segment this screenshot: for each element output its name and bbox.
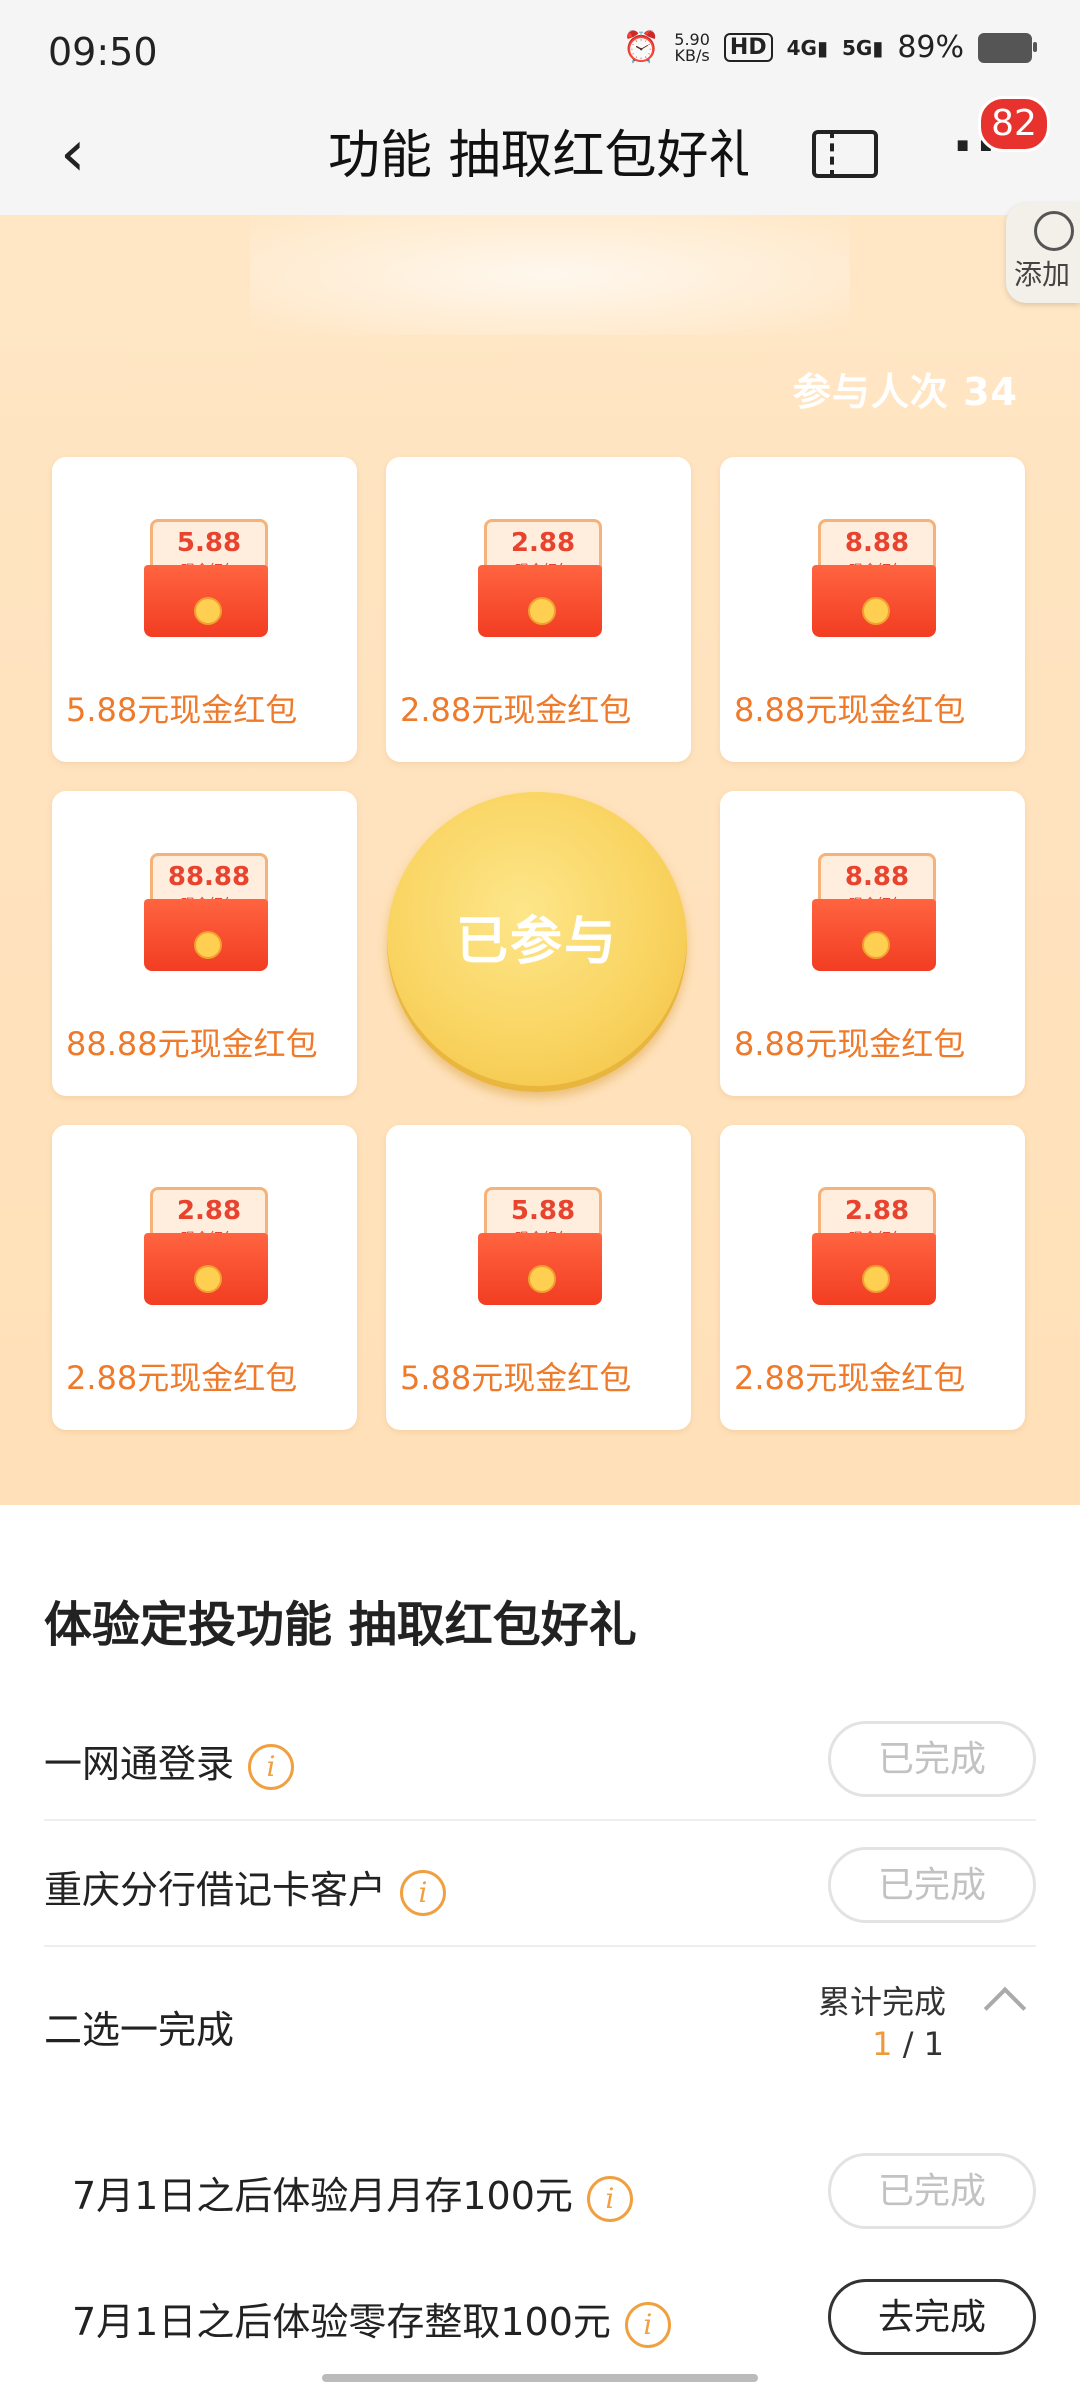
page-title: 功能 抽取红包好礼 [328, 126, 748, 186]
task-subrow: 7月1日之后体验月月存100元 i 已完成 [72, 2125, 1036, 2251]
hero-glow [250, 215, 850, 335]
task-label: 一网通登录 i [44, 1733, 295, 1790]
info-icon[interactable]: i [624, 2301, 671, 2348]
draw-button-label: 已参与 [455, 912, 618, 972]
red-envelope-icon: 5.88现金红包 [478, 1187, 602, 1305]
red-envelope-icon: 8.88现金红包 [812, 853, 936, 971]
home-indicator[interactable] [322, 2374, 758, 2382]
prize-label: 2.88元现金红包 [734, 1359, 966, 1397]
progress-value: 1 / 1 [872, 2025, 944, 2063]
task-group-label: 二选一完成 [44, 2008, 235, 2052]
task-row: 重庆分行借记卡客户 i 已完成 [44, 1819, 1036, 1947]
prize-cell: 5.88现金红包 5.88元现金红包 [386, 1125, 691, 1430]
prize-cell: 5.88现金红包 5.88元现金红包 [52, 457, 357, 762]
red-envelope-icon: 2.88现金红包 [812, 1187, 936, 1305]
hd-icon: HD [723, 33, 773, 62]
prize-label: 2.88元现金红包 [66, 1359, 298, 1397]
participant-count: 参与人次 34 [792, 370, 1018, 414]
prize-cell: 88.88现金红包 88.88元现金红包 [52, 791, 357, 1096]
info-icon[interactable]: i [400, 1869, 447, 1916]
prize-cell: 2.88现金红包 2.88元现金红包 [52, 1125, 357, 1430]
draw-button[interactable]: 已参与 [387, 792, 687, 1092]
task-label: 7月1日之后体验月月存100元 i [72, 2165, 633, 2222]
add-label: 添加 [1014, 258, 1071, 291]
prize-label: 5.88元现金红包 [66, 691, 298, 729]
prize-label: 8.88元现金红包 [734, 691, 966, 729]
red-envelope-icon: 5.88现金红包 [144, 519, 268, 637]
task-group-header[interactable]: 二选一完成 累计完成 1 / 1 [44, 1947, 1036, 2087]
battery-percent: 89% [897, 30, 964, 65]
task-done-button[interactable]: 已完成 [828, 1847, 1036, 1923]
chevron-up-icon[interactable] [983, 1986, 1027, 2030]
battery-icon [978, 32, 1037, 63]
task-subrow: 7月1日之后体验零存整取100元 i 去完成 [72, 2251, 1036, 2377]
task-done-button[interactable]: 已完成 [828, 2153, 1036, 2229]
red-envelope-icon: 88.88现金红包 [144, 853, 268, 971]
task-done-button[interactable]: 已完成 [828, 1721, 1036, 1797]
status-bar: 09:50 ⏰ 5.90 KB/s HD 4G▮ 5G▮ 89% [0, 0, 1080, 100]
red-envelope-icon: 2.88现金红包 [144, 1187, 268, 1305]
task-row: 一网通登录 i 已完成 [44, 1693, 1036, 1821]
red-envelope-icon: 2.88现金红包 [478, 519, 602, 637]
prize-label: 88.88元现金红包 [66, 1025, 318, 1063]
signal-4g-icon: 4G▮ [786, 35, 828, 60]
prize-cell: 8.88现金红包 8.88元现金红包 [720, 457, 1025, 762]
info-icon[interactable]: i [248, 1743, 295, 1790]
notification-badge: 82 [978, 96, 1050, 152]
alarm-icon: ⏰ [622, 30, 661, 65]
go-complete-button[interactable]: 去完成 [828, 2279, 1036, 2355]
task-panel-title: 体验定投功能 抽取红包好礼 [44, 1597, 637, 1653]
task-label: 重庆分行借记卡客户 i [44, 1859, 447, 1916]
status-icons: ⏰ 5.90 KB/s HD 4G▮ 5G▮ 89% [622, 29, 1037, 65]
add-button[interactable]: 添加 [1006, 203, 1080, 303]
signal-5g-icon: 5G▮ [841, 35, 884, 60]
prize-grid: 5.88现金红包 5.88元现金红包 2.88现金红包 2.88元现金红包 8.… [52, 457, 1026, 1431]
status-time: 09:50 [48, 30, 158, 74]
prize-label: 2.88元现金红包 [400, 691, 632, 729]
task-label: 7月1日之后体验零存整取100元 i [72, 2291, 671, 2348]
info-icon[interactable]: i [586, 2175, 633, 2222]
prize-cell: 8.88现金红包 8.88元现金红包 [720, 791, 1025, 1096]
nav-bar: ‹ 功能 抽取红包好礼 ··· 82 [0, 96, 1080, 215]
prize-label: 5.88元现金红包 [400, 1359, 632, 1397]
task-panel: 体验定投功能 抽取红包好礼 一网通登录 i 已完成 重庆分行借记卡客户 i 已完成 … [0, 1535, 1080, 2400]
net-speed: 5.90 KB/s [674, 29, 710, 65]
prize-cell: 2.88现金红包 2.88元现金红包 [720, 1125, 1025, 1430]
progress-label: 累计完成 [817, 1983, 946, 2021]
ticket-icon[interactable] [812, 130, 878, 178]
lottery-hero: 添加 参与人次 34 5.88现金红包 5.88元现金红包 2.88现金红包 2… [0, 203, 1080, 1505]
back-icon[interactable]: ‹ [60, 122, 86, 186]
prize-label: 8.88元现金红包 [734, 1025, 966, 1063]
clock-icon [1034, 211, 1074, 251]
red-envelope-icon: 8.88现金红包 [812, 519, 936, 637]
prize-cell: 2.88现金红包 2.88元现金红包 [386, 457, 691, 762]
